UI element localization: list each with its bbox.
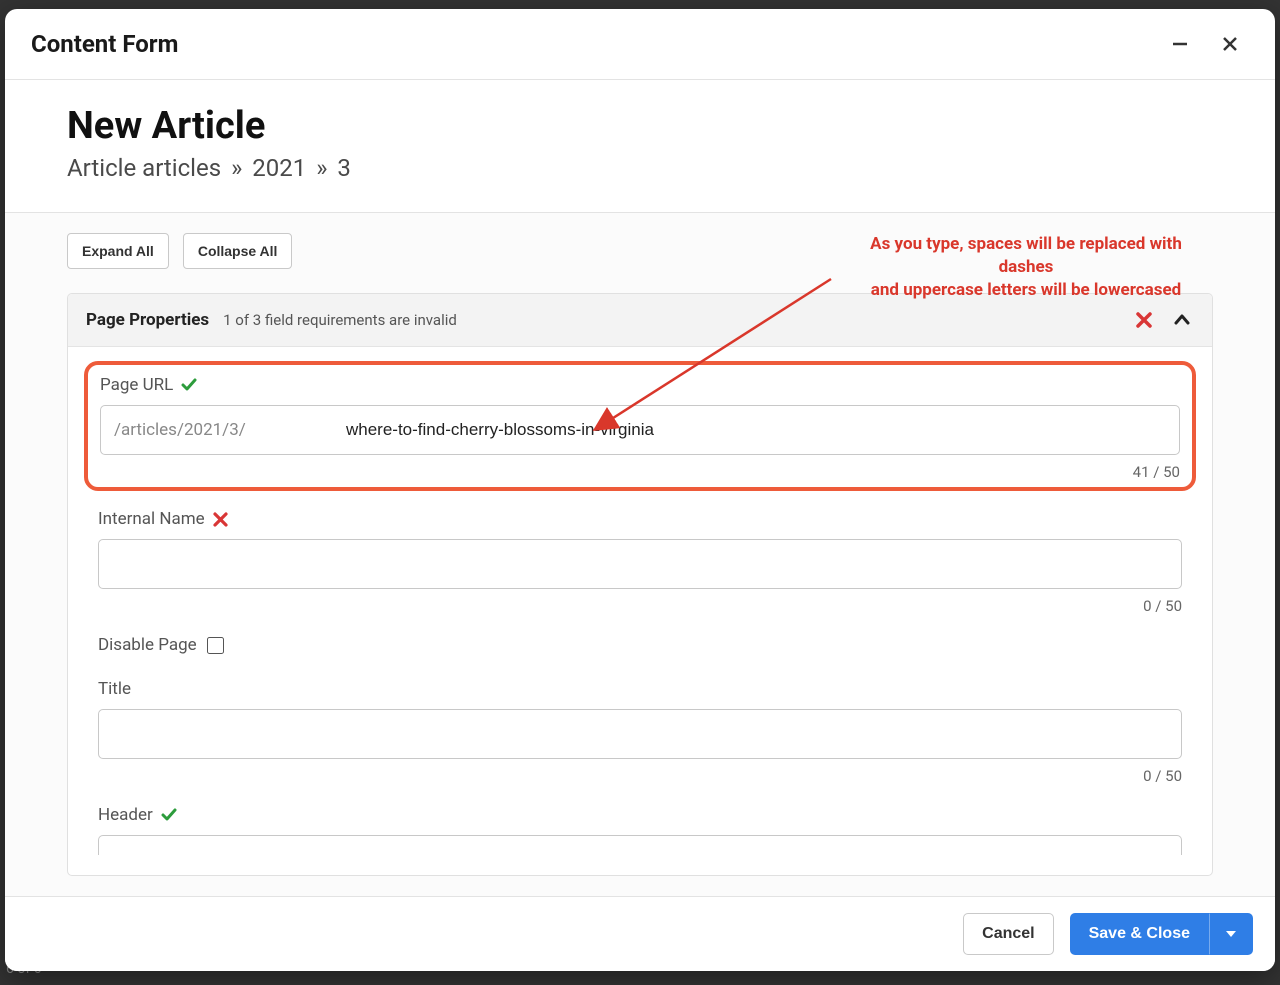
header-label: Header xyxy=(98,805,153,825)
panel-invalid-icon xyxy=(1132,308,1156,332)
title-label: Title xyxy=(98,679,131,699)
caret-down-icon xyxy=(1225,928,1237,940)
breadcrumb-seg-1: 2021 xyxy=(252,154,306,182)
annotation-text: As you type, spaces will be replaced wit… xyxy=(841,233,1211,302)
breadcrumb-seg-0: articles xyxy=(142,154,221,182)
valid-icon xyxy=(181,377,197,393)
header-input[interactable] xyxy=(98,835,1182,855)
breadcrumb-sep: » xyxy=(316,154,327,182)
x-icon xyxy=(1135,311,1153,329)
breadcrumb: Article articles » 2021 » 3 xyxy=(67,154,1213,182)
check-icon xyxy=(161,807,177,823)
header-field: Header xyxy=(98,805,1182,855)
page-properties-panel: Page Properties 1 of 3 field requirement… xyxy=(67,293,1213,876)
valid-icon xyxy=(161,807,177,823)
expand-all-button[interactable]: Expand All xyxy=(67,233,169,269)
title-counter: 0 / 50 xyxy=(98,767,1182,785)
title-input[interactable] xyxy=(98,709,1182,759)
breadcrumb-type: Article xyxy=(67,154,136,182)
modal-title: Content Form xyxy=(31,30,1149,58)
cancel-button[interactable]: Cancel xyxy=(963,913,1053,955)
close-button[interactable] xyxy=(1211,25,1249,63)
modal-footer: Cancel Save & Close xyxy=(5,896,1275,971)
title-field: Title 0 / 50 xyxy=(98,679,1182,785)
modal-header: Content Form xyxy=(5,9,1275,80)
breadcrumb-sep: » xyxy=(231,154,242,182)
minimize-icon xyxy=(1170,34,1190,54)
breadcrumb-seg-2: 3 xyxy=(337,154,351,182)
page-title: New Article xyxy=(67,104,1213,148)
panel-body: Page URL /articles/2021/3/ 41 / 50 xyxy=(68,347,1212,875)
section-wrap: Expand All Collapse All As you type, spa… xyxy=(5,212,1275,896)
x-icon xyxy=(213,512,228,527)
panel-title: Page Properties xyxy=(86,310,209,330)
check-icon xyxy=(181,377,197,393)
internal-name-counter: 0 / 50 xyxy=(98,597,1182,615)
page-head: New Article Article articles » 2021 » 3 xyxy=(5,80,1275,212)
invalid-icon xyxy=(213,512,228,527)
panel-collapse-button[interactable] xyxy=(1170,308,1194,332)
panel-header[interactable]: Page Properties 1 of 3 field requirement… xyxy=(68,294,1212,347)
minimize-button[interactable] xyxy=(1161,25,1199,63)
content-form-modal: Content Form New Article Article article… xyxy=(5,9,1275,971)
modal-body: New Article Article articles » 2021 » 3 … xyxy=(5,80,1275,896)
internal-name-field: Internal Name 0 / 50 xyxy=(98,509,1182,615)
disable-page-field: Disable Page xyxy=(98,635,1182,655)
panel-status: 1 of 3 field requirements are invalid xyxy=(223,311,1118,329)
page-url-highlight: Page URL /articles/2021/3/ 41 / 50 xyxy=(84,361,1196,491)
internal-name-input[interactable] xyxy=(98,539,1182,589)
annotation-line-1: As you type, spaces will be replaced wit… xyxy=(841,233,1211,279)
close-icon xyxy=(1220,34,1240,54)
page-url-counter: 41 / 50 xyxy=(100,463,1180,481)
disable-page-label: Disable Page xyxy=(98,635,197,655)
page-url-input[interactable] xyxy=(100,405,1180,455)
page-url-label: Page URL xyxy=(100,375,173,395)
internal-name-label: Internal Name xyxy=(98,509,205,529)
disable-page-checkbox[interactable] xyxy=(207,637,224,654)
save-dropdown-button[interactable] xyxy=(1209,913,1253,955)
save-button-group: Save & Close xyxy=(1070,913,1253,955)
page-url-field: Page URL /articles/2021/3/ 41 / 50 xyxy=(100,375,1180,481)
collapse-all-button[interactable]: Collapse All xyxy=(183,233,293,269)
save-close-button[interactable]: Save & Close xyxy=(1070,913,1209,955)
annotation-line-2: and uppercase letters will be lowercased xyxy=(841,279,1211,302)
chevron-up-icon xyxy=(1173,311,1191,329)
